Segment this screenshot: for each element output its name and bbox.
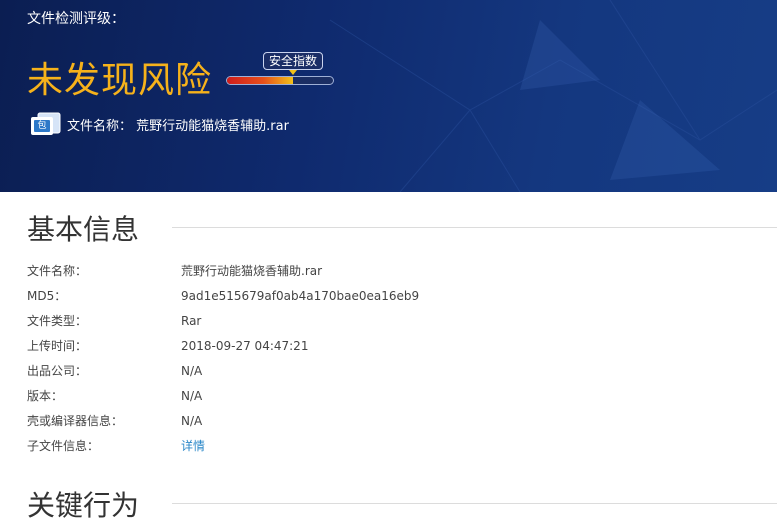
basic-info-title: 基本信息	[27, 213, 140, 246]
safety-index-fill	[227, 77, 293, 84]
info-row-file-name: 文件名称： 荒野行动能猫烧香辅助.rar	[27, 258, 727, 283]
info-value: N/A	[181, 413, 203, 428]
info-value: 荒野行动能猫烧香辅助.rar	[181, 264, 323, 278]
key-behavior-title: 关键行为	[27, 489, 140, 522]
info-row-subfiles: 子文件信息： 详情	[27, 433, 727, 458]
info-row-upload-time: 上传时间： 2018-09-27 04:47:21	[27, 333, 727, 358]
safety-index-label: 安全指数	[263, 52, 324, 70]
file-name-row: 包 文件名称： 荒野行动能猫烧香辅助.rar	[30, 112, 289, 136]
rating-heading: 文件检测评级：	[27, 11, 125, 27]
subfile-details-link[interactable]: 详情	[181, 437, 205, 454]
safety-index-bar	[226, 76, 334, 85]
safety-index-pointer	[289, 70, 297, 75]
result-banner: 文件检测评级： 未发现风险 安全指数 包 文件名称： 荒野行动能猫烧香辅助.ra…	[0, 0, 777, 192]
basic-info-list: 文件名称： 荒野行动能猫烧香辅助.rar MD5： 9ad1e515679af0…	[27, 258, 727, 458]
info-row-md5: MD5： 9ad1e515679af0ab4a170bae0ea16eb9	[27, 283, 727, 308]
info-key: 版本：	[27, 389, 64, 403]
info-key: 出品公司：	[27, 364, 88, 378]
info-value: Rar	[181, 313, 202, 328]
info-key: 子文件信息：	[27, 439, 100, 453]
info-value: N/A	[181, 363, 203, 378]
info-key: 文件名称：	[27, 264, 88, 278]
basic-info-divider	[172, 227, 777, 228]
risk-verdict: 未发现风险	[27, 60, 213, 101]
basic-info-header: 基本信息	[27, 208, 139, 248]
archive-file-icon: 包	[30, 112, 62, 136]
info-key: 上传时间：	[27, 339, 88, 353]
info-key: 壳或编译器信息：	[27, 414, 124, 428]
archive-file-icon-glyph: 包	[37, 121, 47, 131]
key-behavior-header: 关键行为	[27, 484, 139, 524]
info-value: 2018-09-27 04:47:21	[181, 338, 309, 353]
info-value: N/A	[181, 388, 203, 403]
info-row-packer: 壳或编译器信息： N/A	[27, 408, 727, 433]
info-value: 9ad1e515679af0ab4a170bae0ea16eb9	[181, 288, 420, 303]
info-row-version: 版本： N/A	[27, 383, 727, 408]
key-behavior-divider	[172, 503, 777, 504]
info-row-publisher: 出品公司： N/A	[27, 358, 727, 383]
file-name-text: 文件名称： 荒野行动能猫烧香辅助.rar	[67, 118, 289, 134]
info-key: 文件类型：	[27, 314, 88, 328]
info-key: MD5：	[27, 289, 67, 303]
safety-index-meter: 安全指数	[226, 52, 334, 86]
info-row-file-type: 文件类型： Rar	[27, 308, 727, 333]
